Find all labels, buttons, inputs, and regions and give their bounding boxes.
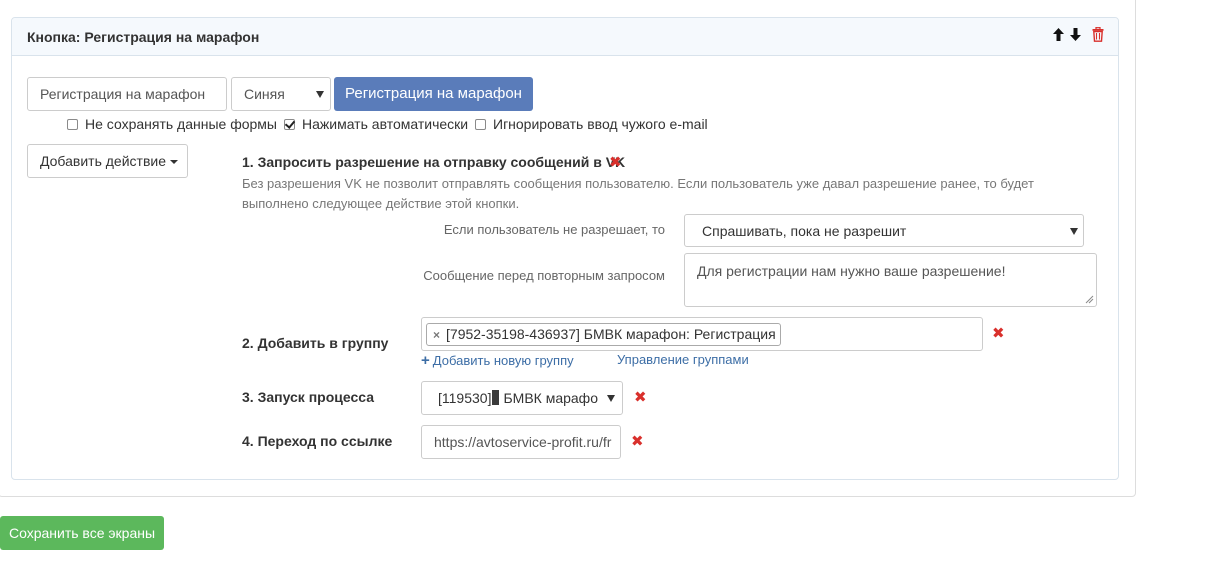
chevron-down-icon (316, 91, 324, 98)
message-label: Сообщение перед повторным запросом (423, 268, 665, 283)
option-auto-click-label: Нажимать автоматически (302, 116, 469, 132)
step-vk-title: 1. Запросить разрешение на отправку сооб… (242, 154, 625, 170)
delete-step-group-icon[interactable]: ✖ (992, 326, 1005, 341)
arrow-up-icon[interactable] (1052, 27, 1065, 42)
manage-groups-link[interactable]: Управление группами (617, 352, 749, 367)
tag-remove-icon[interactable]: × (433, 328, 440, 342)
deny-action-select[interactable]: Спрашивать, пока не разрешит (684, 214, 1084, 247)
option-no-save-form-label: Не сохранять данные формы (85, 116, 277, 132)
option-auto-click[interactable]: Нажимать автоматически (284, 116, 468, 132)
plus-icon: + (421, 352, 430, 369)
add-action-button[interactable]: Добавить действие (27, 144, 188, 178)
chevron-down-icon (607, 395, 615, 402)
checkbox-no-save-form[interactable] (67, 118, 78, 130)
panel-heading: Кнопка: Регистрация на марафон (12, 18, 1118, 56)
redacted-block (492, 390, 500, 405)
step-vk-description: Без разрешения VK не позволит отправлять… (242, 176, 1034, 211)
delete-step-process-icon[interactable]: ✖ (634, 390, 647, 405)
resize-handle-icon[interactable] (1085, 295, 1094, 304)
message-value: Для регистрации нам нужно ваше разрешени… (697, 263, 1006, 279)
save-all-screens-button[interactable]: Сохранить все экраны (0, 516, 164, 550)
caret-down-icon (170, 160, 178, 165)
add-group-link[interactable]: + Добавить новую группу (421, 352, 574, 369)
button-name-input[interactable]: Регистрация на марафон (27, 77, 227, 111)
add-action-label: Добавить действие (40, 153, 166, 169)
chevron-down-icon (1070, 227, 1078, 235)
trash-icon[interactable] (1092, 27, 1104, 42)
step-group-title: 2. Добавить в группу (242, 335, 389, 351)
process-select[interactable]: [119530] БМВК марафо (421, 381, 623, 415)
option-no-save-form[interactable]: Не сохранять данные формы (67, 116, 277, 132)
deny-action-value: Спрашивать, пока не разрешит (702, 223, 907, 239)
process-value-id: [119530] (438, 390, 492, 406)
group-tag: × [7952-35198-436937] БМВК марафон: Регис… (426, 323, 781, 346)
step-vk-title-text: 1. Запросить разрешение на отправку сооб… (242, 154, 626, 170)
step-link-title: 4. Переход по ссылке (242, 433, 393, 449)
button-preview[interactable]: Регистрация на марафон (334, 77, 533, 111)
option-ignore-email[interactable]: Игнорировать ввод чужого e-mail (475, 116, 708, 132)
checkbox-ignore-email[interactable] (475, 118, 486, 130)
option-ignore-email-label: Игнорировать ввод чужого e-mail (493, 116, 708, 132)
link-url-input[interactable]: https://avtoservice-profit.ru/fr (421, 425, 621, 459)
delete-step-vk-icon[interactable]: ✖ (609, 155, 622, 170)
process-value-name: БМВК марафо (503, 390, 598, 406)
button-color-value: Синяя (244, 86, 285, 102)
add-group-link-text: Добавить новую группу (432, 353, 574, 368)
message-textarea[interactable]: Для регистрации нам нужно ваше разрешени… (684, 253, 1097, 307)
step-process-title: 3. Запуск процесса (242, 389, 374, 405)
checkbox-auto-click[interactable] (284, 118, 295, 130)
group-tag-label: [7952-35198-436937] БМВК марафон: Регист… (446, 326, 776, 342)
deny-label: Если пользователь не разрешает, то (443, 222, 665, 237)
panel-title: Кнопка: Регистрация на марафон (27, 29, 260, 45)
arrow-down-icon[interactable] (1069, 27, 1082, 42)
delete-step-link-icon[interactable]: ✖ (631, 434, 644, 449)
button-color-select[interactable]: Синяя (231, 77, 331, 111)
